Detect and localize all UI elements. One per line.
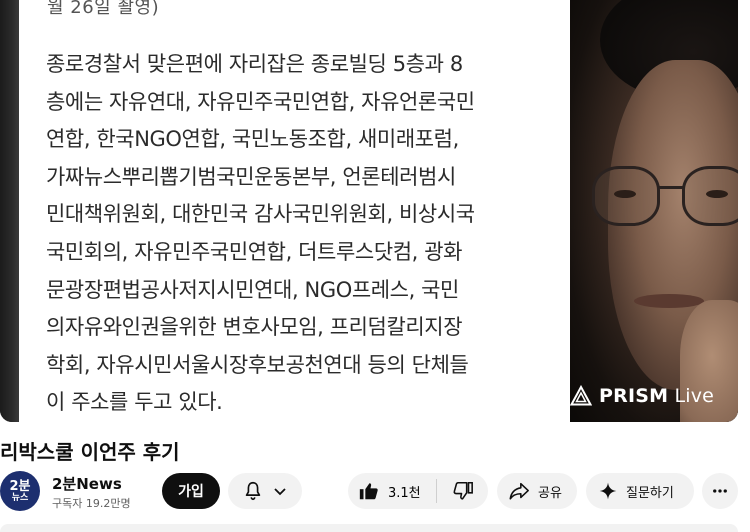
- more-actions-button[interactable]: [702, 473, 738, 509]
- dislike-button[interactable]: [437, 473, 488, 509]
- prism-live-label: PRISM Live: [599, 385, 714, 407]
- channel-avatar[interactable]: 2분 뉴스: [0, 471, 40, 511]
- chevron-down-icon: [274, 488, 286, 496]
- share-label: 공유: [538, 485, 562, 501]
- prism-triangle-icon: [570, 385, 592, 406]
- article-line: 층에는 자유연대, 자유민주국민연합, 자유언론국민: [46, 89, 475, 114]
- more-horizontal-icon: [713, 489, 727, 493]
- notification-button[interactable]: [228, 473, 302, 509]
- avatar-text-bottom: 뉴스: [11, 492, 29, 503]
- webcam-glasses-bridge: [658, 186, 684, 189]
- webcam-mouth: [634, 294, 704, 308]
- thumbs-down-icon: [453, 481, 473, 500]
- channel-name[interactable]: 2분News: [52, 473, 122, 494]
- like-button[interactable]: 3.1천: [348, 473, 436, 509]
- prism-brand: PRISM: [599, 385, 669, 407]
- article-line: 학회, 자유시민서울시장후보공천연대 등의 단체들: [46, 352, 469, 377]
- avatar-text-top: 2분: [9, 478, 31, 494]
- article-line: 민대책위원회, 대한민국 감사국민위원회, 비상시국: [46, 202, 475, 227]
- subscriber-count: 구독자 19.2만명: [52, 497, 131, 510]
- like-dislike-group: 3.1천: [348, 473, 488, 509]
- article-caption: 월 26일 촬영): [47, 0, 160, 18]
- article-body: 종로경찰서 맞은편에 자리잡은 종로빌딩 5층과 8 층에는 자유연대, 자유민…: [46, 46, 556, 422]
- ask-label: 질문하기: [626, 485, 674, 501]
- webcam-eye-left: [614, 190, 636, 198]
- article-line: 연합, 한국NGO연합, 국민노동조합, 새미래포럼,: [46, 127, 459, 152]
- share-icon: [509, 482, 529, 500]
- article-line: 종로경찰서 맞은편에 자리잡은 종로빌딩 5층과 8: [46, 52, 463, 76]
- join-button[interactable]: 가입: [162, 473, 220, 509]
- prism-suffix: Live: [674, 385, 715, 407]
- sparkle-icon: [599, 482, 617, 500]
- webcam-feed: [570, 0, 738, 422]
- article-line: 문광장편법공사저지시민연대, NGO프레스, 국민: [46, 277, 459, 302]
- bell-icon: [245, 481, 261, 501]
- thumbs-up-icon: [359, 483, 378, 500]
- article-line: 이 주소를 두고 있다.: [46, 390, 223, 415]
- article-line: 가짜뉴스뿌리뽑기범국민운동본부, 언론테러범시: [46, 164, 456, 189]
- article-line: 국민회의, 자유민주국민연합, 더트루스닷컴, 광화: [46, 239, 463, 264]
- video-left-edge: [0, 0, 19, 422]
- video-player[interactable]: 월 26일 촬영) 종로경찰서 맞은편에 자리잡은 종로빌딩 5층과 8 층에는…: [0, 0, 738, 422]
- prism-live-watermark: PRISM Live: [570, 381, 714, 411]
- article-screenshot: 월 26일 촬영) 종로경찰서 맞은편에 자리잡은 종로빌딩 5층과 8 층에는…: [19, 0, 570, 422]
- ask-button[interactable]: 질문하기: [586, 473, 694, 509]
- webcam-eye-right: [706, 190, 728, 198]
- like-count: 3.1천: [388, 485, 421, 501]
- article-line: 의자유와인권을위한 변호사모임, 프리덤칼리지장: [46, 315, 463, 340]
- description-panel-edge: [0, 524, 738, 532]
- share-button[interactable]: 공유: [497, 473, 577, 509]
- video-title: 리박스쿨 이언주 후기: [0, 440, 180, 464]
